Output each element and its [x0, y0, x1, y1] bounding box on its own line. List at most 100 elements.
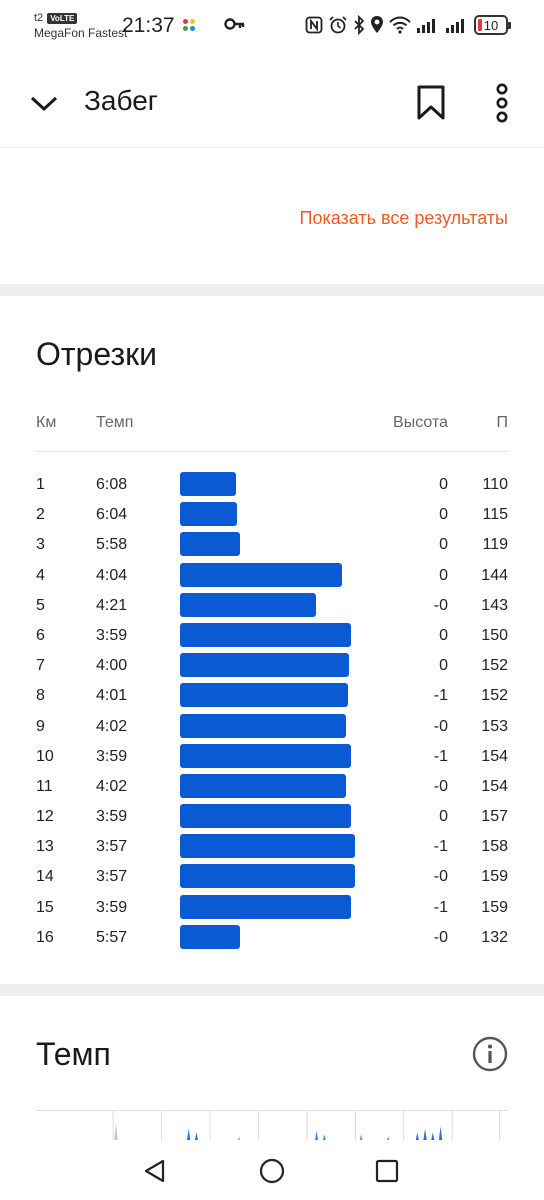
nav-recents-button[interactable] [372, 1156, 402, 1186]
split-heart-rate: 159 [481, 898, 508, 916]
splits-table-header: Км Темп Высота П [36, 412, 508, 452]
split-elevation: 0 [439, 566, 448, 584]
signal-icon [446, 19, 464, 33]
page-title: Забег [84, 85, 158, 116]
split-heart-rate: 110 [482, 476, 508, 493]
status-time: 21:37 [122, 14, 175, 37]
split-km: 13 [36, 838, 54, 856]
splits-table: 1 6:08 0 110 2 6:04 0 115 3 5:58 0 119 4 4:04 0 144 5 4:2… [36, 470, 508, 953]
volte-badge: VoLTE [47, 12, 78, 24]
split-elevation: -1 [433, 687, 448, 705]
split-elevation: 0 [439, 506, 448, 524]
split-elevation: -1 [433, 898, 448, 916]
split-row: 16 5:57 -0 132 [36, 923, 508, 953]
split-pace: 4:01 [96, 687, 128, 705]
split-row: 1 6:08 0 110 [36, 470, 508, 500]
key-icon [224, 18, 245, 30]
carrier-info: t2 VoLTE MegaFon Fastest [34, 12, 127, 40]
split-km: 8 [36, 687, 45, 705]
split-elevation: -0 [433, 717, 448, 735]
column-header-elevation: Высота [393, 414, 448, 431]
split-elevation: 0 [439, 808, 448, 826]
split-pace-bar [180, 653, 349, 678]
split-pace: 5:58 [96, 536, 128, 554]
split-elevation: -0 [433, 596, 448, 614]
back-triangle-icon [144, 1159, 165, 1183]
battery-icon: 10 [474, 15, 511, 35]
split-elevation: -0 [433, 928, 448, 946]
battery-level: 10 [483, 17, 499, 33]
info-icon[interactable] [472, 1036, 508, 1072]
bookmark-icon [417, 85, 445, 120]
split-pace-bar [180, 864, 355, 889]
split-km: 7 [36, 657, 45, 675]
split-pace-bar [180, 502, 237, 527]
split-pace-bar [180, 713, 346, 738]
split-row: 3 5:58 0 119 [36, 530, 508, 560]
show-all-results-link[interactable]: Показать все результаты [300, 208, 509, 229]
split-pace: 3:57 [96, 868, 128, 886]
split-elevation: 0 [439, 626, 448, 644]
split-pace-bar [180, 683, 348, 708]
split-pace: 6:08 [96, 476, 128, 493]
split-row: 4 4:04 0 144 [36, 561, 508, 591]
split-km: 9 [36, 717, 45, 735]
section-divider [0, 984, 544, 996]
split-heart-rate: 154 [481, 777, 508, 795]
split-pace: 6:04 [96, 506, 128, 524]
carrier-name-bottom: MegaFon Fastest [34, 26, 128, 40]
split-heart-rate: 159 [481, 868, 508, 886]
split-pace-bar [180, 532, 240, 557]
split-row: 10 3:59 -1 154 [36, 742, 508, 772]
split-pace-bar [180, 773, 346, 798]
nav-home-button[interactable] [257, 1156, 287, 1186]
split-km: 6 [36, 626, 45, 644]
wifi-icon [389, 16, 411, 34]
split-pace: 3:59 [96, 898, 128, 916]
split-pace-bar [180, 472, 236, 496]
split-heart-rate: 115 [482, 506, 508, 524]
nfc-icon [305, 16, 323, 34]
carrier-name-top: t2 [34, 12, 44, 24]
more-vertical-icon [496, 83, 508, 123]
split-elevation: 0 [439, 657, 448, 675]
split-pace-bar [180, 592, 316, 617]
split-km: 15 [36, 898, 54, 916]
column-header-hr: П [496, 414, 509, 431]
split-pace-bar [180, 834, 355, 859]
split-elevation: -0 [433, 777, 448, 795]
nav-back-button[interactable] [140, 1156, 170, 1186]
bluetooth-icon [354, 15, 365, 35]
split-pace: 4:02 [96, 777, 128, 795]
signal-icon [417, 19, 435, 33]
split-pace: 3:57 [96, 838, 128, 856]
split-row: 12 3:59 0 157 [36, 802, 508, 832]
split-elevation: -1 [433, 747, 448, 765]
split-pace-bar [180, 924, 240, 949]
split-elevation: -0 [433, 868, 448, 886]
split-row: 11 4:02 -0 154 [36, 772, 508, 802]
split-pace: 4:04 [96, 566, 128, 584]
split-heart-rate: 154 [481, 747, 508, 765]
split-pace: 4:02 [96, 717, 128, 735]
bookmark-button[interactable] [412, 82, 450, 124]
split-pace-bar [180, 743, 351, 768]
location-icon [371, 16, 383, 33]
split-pace-bar [180, 622, 351, 647]
split-row: 13 3:57 -1 158 [36, 832, 508, 862]
split-km: 3 [36, 536, 45, 554]
collapse-button[interactable] [26, 86, 62, 122]
split-row: 9 4:02 -0 153 [36, 712, 508, 742]
status-bar: t2 VoLTE MegaFon Fastest 21:37 10 [0, 0, 544, 50]
split-row: 15 3:59 -1 159 [36, 893, 508, 923]
split-km: 5 [36, 596, 45, 614]
split-heart-rate: 158 [481, 838, 508, 856]
split-km: 16 [36, 928, 54, 946]
split-heart-rate: 132 [481, 928, 508, 946]
section-divider [0, 284, 544, 296]
more-options-button[interactable] [486, 82, 518, 124]
split-heart-rate: 152 [481, 687, 508, 705]
split-km: 14 [36, 868, 54, 886]
split-heart-rate: 150 [481, 626, 508, 644]
split-km: 2 [36, 506, 45, 524]
